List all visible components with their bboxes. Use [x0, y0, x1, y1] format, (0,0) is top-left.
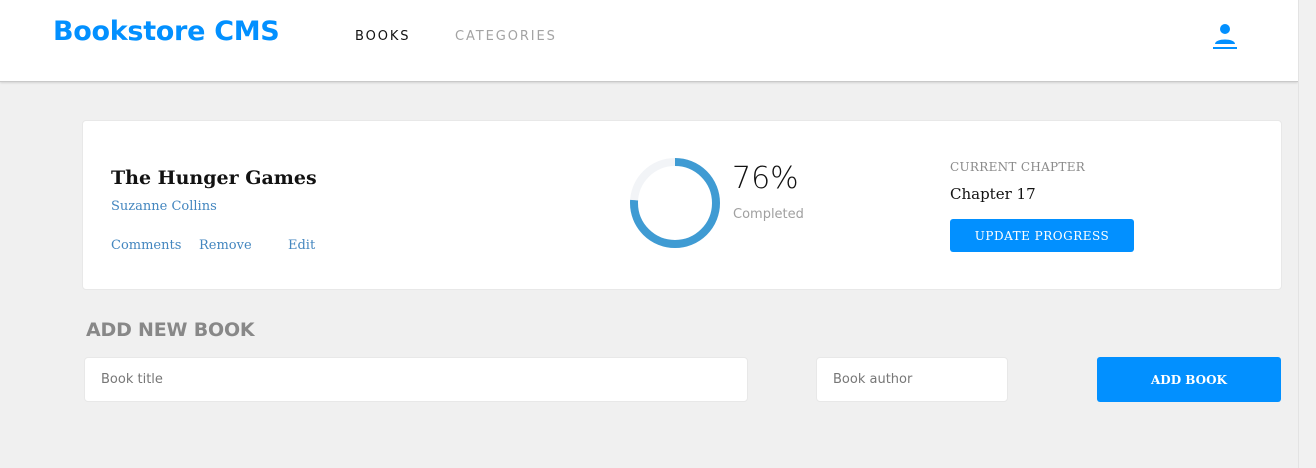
page-scrollbar[interactable] [1298, 0, 1316, 468]
nav-books-link[interactable]: BOOKS [355, 29, 410, 44]
book-author-input[interactable] [816, 357, 1008, 402]
edit-button[interactable]: Edit [288, 238, 315, 253]
user-icon [1213, 24, 1237, 49]
book-author[interactable]: Suzanne Collins [111, 199, 217, 214]
book-title-input[interactable] [84, 357, 748, 402]
user-profile-button[interactable] [1210, 20, 1240, 52]
progress-percent: 76% [732, 161, 799, 196]
remove-button[interactable]: Remove [199, 238, 252, 253]
comments-button[interactable]: Comments [111, 238, 181, 253]
current-chapter-label: CURRENT CHAPTER [950, 160, 1086, 174]
progress-ring [630, 158, 720, 248]
add-book-heading: ADD NEW BOOK [86, 319, 255, 341]
app-header: Bookstore CMS BOOKS CATEGORIES [0, 0, 1298, 82]
app-logo[interactable]: Bookstore CMS [53, 16, 280, 47]
current-chapter-value: Chapter 17 [950, 185, 1036, 203]
update-progress-button[interactable]: UPDATE PROGRESS [950, 219, 1134, 252]
add-book-button[interactable]: ADD BOOK [1097, 357, 1281, 402]
nav-categories-link[interactable]: CATEGORIES [455, 29, 557, 44]
book-card: The Hunger Games Suzanne Collins Comment… [82, 120, 1282, 290]
book-title: The Hunger Games [111, 167, 317, 189]
progress-status: Completed [733, 207, 804, 222]
